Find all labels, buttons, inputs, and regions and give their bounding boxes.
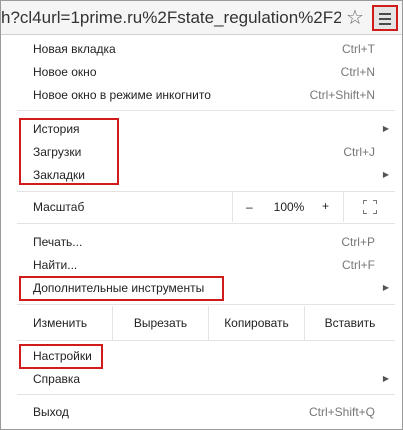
url-field[interactable]: h?cl4url=1prime.ru%2Fstate_regulation%2F…: [1, 7, 341, 29]
chrome-main-menu: Новая вкладка Ctrl+T Новое окно Ctrl+N Н…: [17, 35, 395, 427]
menu-item-new-tab[interactable]: Новая вкладка Ctrl+T: [17, 38, 395, 60]
submenu-arrow-icon: ▶: [382, 283, 389, 292]
address-bar: h?cl4url=1prime.ru%2Fstate_regulation%2F…: [1, 1, 402, 35]
highlight-box-settings: [19, 344, 103, 369]
menu-item-exit[interactable]: Выход Ctrl+Shift+Q: [17, 401, 395, 423]
chrome-menu-button[interactable]: [372, 5, 398, 31]
menu-edit-row: Изменить Вырезать Копировать Вставить: [17, 306, 395, 340]
submenu-arrow-icon: ▶: [382, 170, 389, 179]
hamburger-menu-icon: [379, 18, 391, 20]
highlight-box-more-tools: [19, 276, 224, 301]
copy-button[interactable]: Копировать: [208, 306, 304, 340]
menu-item-help[interactable]: Справка ▶: [17, 368, 395, 390]
hamburger-menu-icon: [379, 13, 391, 15]
cut-button[interactable]: Вырезать: [112, 306, 208, 340]
menu-separator: [17, 110, 395, 111]
submenu-arrow-icon: ▶: [382, 124, 389, 133]
edit-label: Изменить: [33, 316, 88, 330]
menu-item-print[interactable]: Печать... Ctrl+P: [17, 231, 395, 253]
zoom-out-button[interactable]: –: [246, 200, 253, 214]
menu-zoom-row: Масштаб – 100% +: [17, 192, 395, 222]
paste-button[interactable]: Вставить: [304, 306, 395, 340]
menu-separator: [17, 340, 395, 341]
menu-item-new-window[interactable]: Новое окно Ctrl+N: [17, 61, 395, 83]
submenu-arrow-icon: ▶: [382, 374, 389, 383]
hamburger-menu-icon: [379, 23, 391, 25]
zoom-in-button[interactable]: +: [322, 199, 329, 213]
zoom-label: Масштаб: [33, 200, 85, 214]
highlight-box-history-group: [19, 118, 119, 185]
zoom-level: 100%: [273, 200, 305, 214]
bookmark-star-icon[interactable]: ☆: [344, 6, 366, 30]
menu-separator: [17, 304, 395, 305]
fullscreen-icon[interactable]: [363, 200, 377, 214]
menu-separator: [17, 394, 395, 395]
zoom-control: – 100% +: [232, 192, 344, 222]
menu-item-find[interactable]: Найти... Ctrl+F: [17, 254, 395, 276]
menu-separator: [17, 223, 395, 224]
menu-item-new-incognito-window[interactable]: Новое окно в режиме инкогнито Ctrl+Shift…: [17, 84, 395, 106]
